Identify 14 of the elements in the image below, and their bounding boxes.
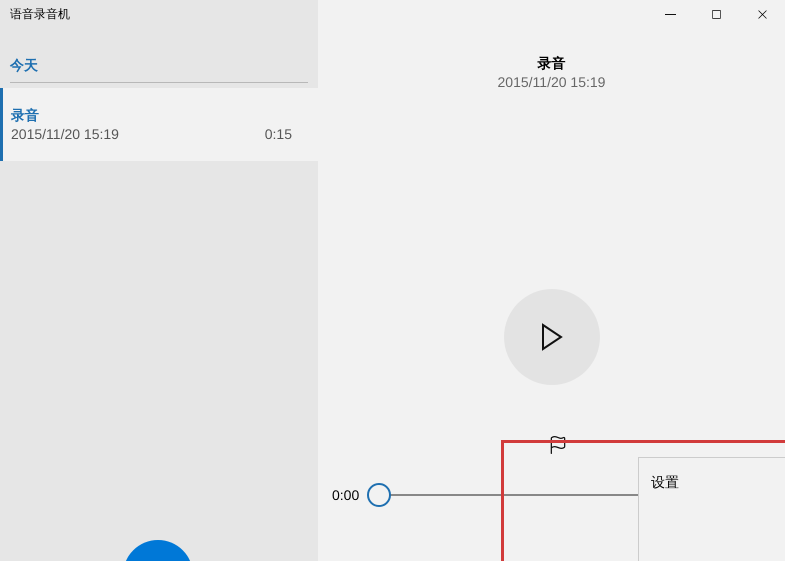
seek-thumb[interactable] <box>367 483 392 507</box>
recording-item[interactable]: 录音 2015/11/20 15:19 0:15 <box>0 88 318 161</box>
recording-date: 2015/11/20 15:19 <box>11 125 119 144</box>
recording-title: 录音 <box>538 54 566 72</box>
recording-date: 2015/11/20 15:19 <box>498 73 606 92</box>
window-title: 语音录音机 <box>10 6 70 23</box>
menu-item[interactable]: 设置 <box>639 466 785 499</box>
time-label: 0:00 <box>332 486 360 504</box>
play-icon <box>540 323 562 351</box>
group-header: 今天 <box>10 57 38 73</box>
recording-title: 录音 <box>11 106 39 124</box>
recording-duration: 0:15 <box>264 125 292 144</box>
maximize-icon <box>710 8 722 20</box>
flag-icon[interactable] <box>548 435 568 455</box>
